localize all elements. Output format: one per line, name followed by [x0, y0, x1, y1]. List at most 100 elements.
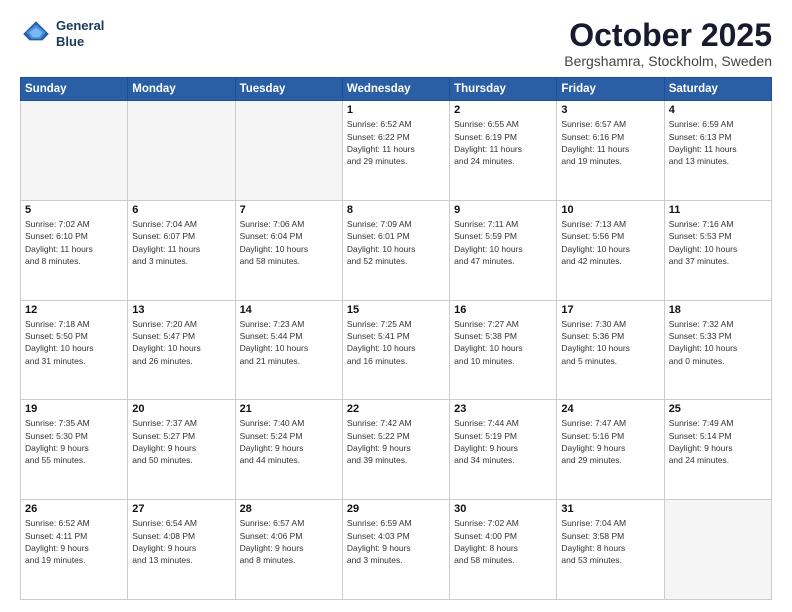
- day-cell: 28 Sunrise: 6:57 AM Sunset: 4:06 PM Dayli…: [235, 500, 342, 600]
- day-cell: 16 Sunrise: 7:27 AM Sunset: 5:38 PM Dayli…: [450, 300, 557, 400]
- day-cell: 29Sunrise: 6:59 AM Sunset: 4:03 PM Dayli…: [342, 500, 449, 600]
- day-cell: 1Sunrise: 6:52 AM Sunset: 6:22 PM Daylig…: [342, 101, 449, 201]
- day-number: 14: [240, 304, 338, 316]
- logo: General Blue: [20, 18, 104, 50]
- day-number: 4: [669, 104, 767, 116]
- day-number: 2: [454, 104, 552, 116]
- day-cell: 25 Sunrise: 7:49 AM Sunset: 5:14 PM Dayli…: [664, 400, 771, 500]
- day-number: 7: [240, 204, 338, 216]
- day-number: 9: [454, 204, 552, 216]
- day-info: Sunrise: 7:11 AM Sunset: 5:59 PM Dayligh…: [454, 218, 552, 267]
- day-number: 15: [347, 304, 445, 316]
- day-info: Sunrise: 7:04 AM Sunset: 3:58 PM Dayligh…: [561, 517, 659, 566]
- calendar-table: SundayMondayTuesdayWednesdayThursdayFrid…: [20, 77, 772, 600]
- day-info: Sunrise: 7:25 AM Sunset: 5:41 PM Dayligh…: [347, 318, 445, 367]
- day-info: Sunrise: 6:54 AM Sunset: 4:08 PM Dayligh…: [132, 517, 230, 566]
- day-info: Sunrise: 6:59 AM Sunset: 6:13 PM Dayligh…: [669, 118, 767, 167]
- day-number: 16: [454, 304, 552, 316]
- day-info: Sunrise: 7:02 AM Sunset: 4:00 PM Dayligh…: [454, 517, 552, 566]
- day-cell: 17 Sunrise: 7:30 AM Sunset: 5:36 PM Dayli…: [557, 300, 664, 400]
- day-cell: [664, 500, 771, 600]
- day-number: 27: [132, 503, 230, 515]
- day-cell: 24 Sunrise: 7:47 AM Sunset: 5:16 PM Dayli…: [557, 400, 664, 500]
- week-row-5: 26Sunrise: 6:52 AM Sunset: 4:11 PM Dayli…: [21, 500, 772, 600]
- day-number: 8: [347, 204, 445, 216]
- day-cell: 30 Sunrise: 7:02 AM Sunset: 4:00 PM Dayli…: [450, 500, 557, 600]
- month-title: October 2025: [564, 18, 772, 53]
- page: General Blue October 2025 Bergshamra, St…: [0, 0, 792, 612]
- day-cell: [21, 101, 128, 201]
- day-info: Sunrise: 7:06 AM Sunset: 6:04 PM Dayligh…: [240, 218, 338, 267]
- day-info: Sunrise: 6:52 AM Sunset: 4:11 PM Dayligh…: [25, 517, 123, 566]
- col-header-saturday: Saturday: [664, 78, 771, 101]
- logo-text: General Blue: [56, 18, 104, 49]
- day-cell: 10 Sunrise: 7:13 AM Sunset: 5:56 PM Dayli…: [557, 200, 664, 300]
- day-cell: 11 Sunrise: 7:16 AM Sunset: 5:53 PM Dayli…: [664, 200, 771, 300]
- day-number: 19: [25, 403, 123, 415]
- day-cell: 4 Sunrise: 6:59 AM Sunset: 6:13 PM Daylig…: [664, 101, 771, 201]
- header: General Blue October 2025 Bergshamra, St…: [20, 18, 772, 69]
- day-cell: 9 Sunrise: 7:11 AM Sunset: 5:59 PM Daylig…: [450, 200, 557, 300]
- day-cell: 7 Sunrise: 7:06 AM Sunset: 6:04 PM Daylig…: [235, 200, 342, 300]
- day-cell: 21 Sunrise: 7:40 AM Sunset: 5:24 PM Dayli…: [235, 400, 342, 500]
- day-number: 20: [132, 403, 230, 415]
- day-cell: 12 Sunrise: 7:18 AM Sunset: 5:50 PM Dayli…: [21, 300, 128, 400]
- day-info: Sunrise: 7:35 AM Sunset: 5:30 PM Dayligh…: [25, 417, 123, 466]
- logo-line2: Blue: [56, 34, 104, 50]
- day-number: 25: [669, 403, 767, 415]
- day-cell: 8 Sunrise: 7:09 AM Sunset: 6:01 PM Daylig…: [342, 200, 449, 300]
- day-cell: 6 Sunrise: 7:04 AM Sunset: 6:07 PM Daylig…: [128, 200, 235, 300]
- day-number: 18: [669, 304, 767, 316]
- day-info: Sunrise: 7:49 AM Sunset: 5:14 PM Dayligh…: [669, 417, 767, 466]
- day-info: Sunrise: 7:13 AM Sunset: 5:56 PM Dayligh…: [561, 218, 659, 267]
- day-info: Sunrise: 7:30 AM Sunset: 5:36 PM Dayligh…: [561, 318, 659, 367]
- col-header-friday: Friday: [557, 78, 664, 101]
- logo-icon: [20, 18, 52, 50]
- day-number: 1: [347, 104, 445, 116]
- day-number: 21: [240, 403, 338, 415]
- day-cell: 15 Sunrise: 7:25 AM Sunset: 5:41 PM Dayli…: [342, 300, 449, 400]
- day-info: Sunrise: 6:59 AM Sunset: 4:03 PM Dayligh…: [347, 517, 445, 566]
- day-cell: 13Sunrise: 7:20 AM Sunset: 5:47 PM Dayli…: [128, 300, 235, 400]
- day-info: Sunrise: 7:27 AM Sunset: 5:38 PM Dayligh…: [454, 318, 552, 367]
- day-cell: 31 Sunrise: 7:04 AM Sunset: 3:58 PM Dayli…: [557, 500, 664, 600]
- day-info: Sunrise: 7:23 AM Sunset: 5:44 PM Dayligh…: [240, 318, 338, 367]
- day-cell: 19 Sunrise: 7:35 AM Sunset: 5:30 PM Dayli…: [21, 400, 128, 500]
- day-cell: [128, 101, 235, 201]
- day-info: Sunrise: 7:16 AM Sunset: 5:53 PM Dayligh…: [669, 218, 767, 267]
- day-info: Sunrise: 7:40 AM Sunset: 5:24 PM Dayligh…: [240, 417, 338, 466]
- day-number: 30: [454, 503, 552, 515]
- location-subtitle: Bergshamra, Stockholm, Sweden: [564, 53, 772, 69]
- day-number: 12: [25, 304, 123, 316]
- day-info: Sunrise: 7:32 AM Sunset: 5:33 PM Dayligh…: [669, 318, 767, 367]
- day-number: 28: [240, 503, 338, 515]
- day-info: Sunrise: 6:55 AM Sunset: 6:19 PM Dayligh…: [454, 118, 552, 167]
- day-cell: [235, 101, 342, 201]
- day-number: 13: [132, 304, 230, 316]
- day-cell: 20Sunrise: 7:37 AM Sunset: 5:27 PM Dayli…: [128, 400, 235, 500]
- col-header-thursday: Thursday: [450, 78, 557, 101]
- day-number: 23: [454, 403, 552, 415]
- day-number: 24: [561, 403, 659, 415]
- day-cell: 27 Sunrise: 6:54 AM Sunset: 4:08 PM Dayli…: [128, 500, 235, 600]
- title-block: October 2025 Bergshamra, Stockholm, Swed…: [564, 18, 772, 69]
- day-number: 17: [561, 304, 659, 316]
- day-number: 31: [561, 503, 659, 515]
- day-cell: 23Sunrise: 7:44 AM Sunset: 5:19 PM Dayli…: [450, 400, 557, 500]
- day-info: Sunrise: 6:57 AM Sunset: 4:06 PM Dayligh…: [240, 517, 338, 566]
- day-info: Sunrise: 7:18 AM Sunset: 5:50 PM Dayligh…: [25, 318, 123, 367]
- day-number: 6: [132, 204, 230, 216]
- day-info: Sunrise: 7:09 AM Sunset: 6:01 PM Dayligh…: [347, 218, 445, 267]
- week-row-2: 5Sunrise: 7:02 AM Sunset: 6:10 PM Daylig…: [21, 200, 772, 300]
- week-row-3: 12 Sunrise: 7:18 AM Sunset: 5:50 PM Dayli…: [21, 300, 772, 400]
- day-cell: 5Sunrise: 7:02 AM Sunset: 6:10 PM Daylig…: [21, 200, 128, 300]
- day-number: 11: [669, 204, 767, 216]
- day-number: 3: [561, 104, 659, 116]
- day-info: Sunrise: 7:04 AM Sunset: 6:07 PM Dayligh…: [132, 218, 230, 267]
- day-cell: 22Sunrise: 7:42 AM Sunset: 5:22 PM Dayli…: [342, 400, 449, 500]
- day-info: Sunrise: 7:42 AM Sunset: 5:22 PM Dayligh…: [347, 417, 445, 466]
- week-row-4: 19 Sunrise: 7:35 AM Sunset: 5:30 PM Dayli…: [21, 400, 772, 500]
- day-number: 10: [561, 204, 659, 216]
- logo-line1: General: [56, 18, 104, 34]
- day-info: Sunrise: 7:47 AM Sunset: 5:16 PM Dayligh…: [561, 417, 659, 466]
